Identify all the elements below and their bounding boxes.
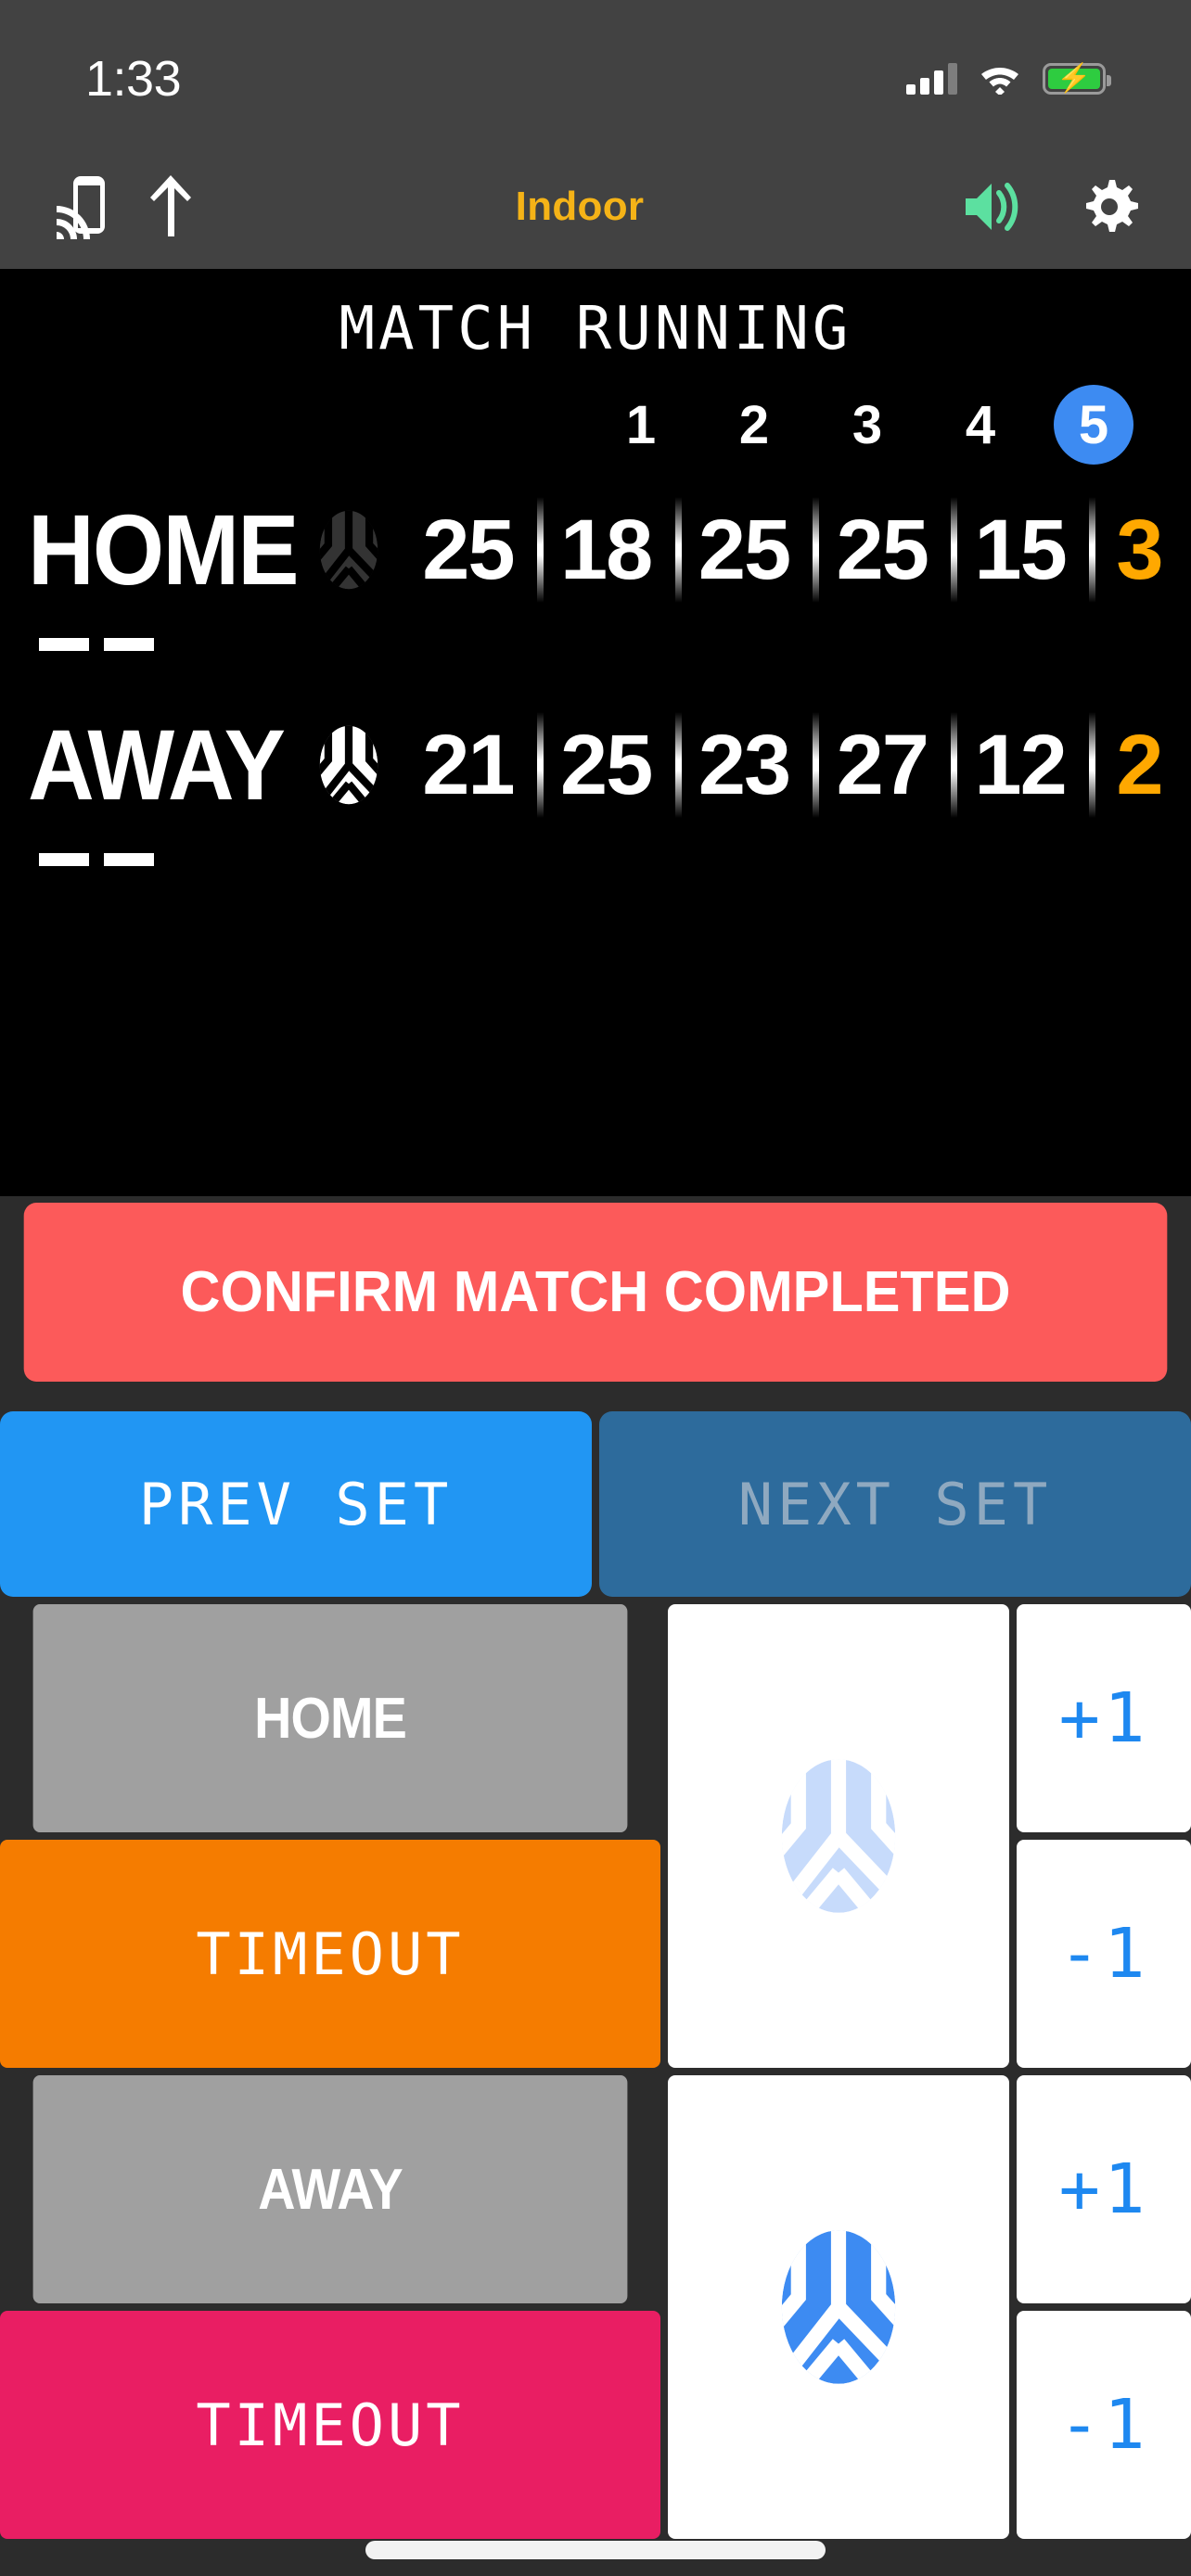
away-control-left: AWAY TIMEOUT: [0, 2075, 660, 2539]
home-decrement-button[interactable]: -1: [1017, 1840, 1191, 2068]
away-increment-button[interactable]: +1: [1017, 2075, 1191, 2303]
home-volleyball-icon: [319, 510, 378, 590]
away-set-scores: 21 25 23 27 12 2: [399, 695, 1191, 835]
speaker-volume-icon[interactable]: [944, 162, 1033, 251]
home-set-4-score: 25: [813, 480, 951, 619]
share-up-arrow-icon[interactable]: [126, 162, 215, 251]
set-tab-5[interactable]: 5: [1054, 385, 1133, 465]
away-set-3-score: 23: [674, 695, 813, 835]
nav-bar: Indoor: [0, 144, 1191, 269]
home-sets-won: 3: [1088, 480, 1191, 619]
away-ball-button[interactable]: [668, 2075, 1009, 2539]
score-controls: HOME TIMEOUT +1 -1 AWAY TIMEOUT +1 -1: [0, 1597, 1191, 2539]
home-control-left: HOME TIMEOUT: [0, 1604, 660, 2068]
away-timeout-mark-1: [39, 853, 89, 866]
away-team-button[interactable]: AWAY: [32, 2075, 628, 2303]
home-plus-minus: +1 -1: [1017, 1604, 1191, 2068]
away-volleyball-icon: [319, 725, 378, 805]
home-indicator: [365, 2541, 826, 2559]
away-plus-minus: +1 -1: [1017, 2075, 1191, 2539]
away-timeout-mark-2: [104, 853, 154, 866]
away-set-4-score: 27: [813, 695, 951, 835]
away-sets-won: 2: [1088, 695, 1191, 835]
home-set-5-score: 15: [951, 480, 1089, 619]
confirm-match-completed-button[interactable]: CONFIRM MATCH COMPLETED: [23, 1203, 1168, 1382]
match-status-text: MATCH RUNNING: [339, 295, 852, 363]
battery-charging-icon: ⚡: [1043, 62, 1111, 95]
home-set-scores: 25 18 25 25 15 3: [399, 480, 1191, 619]
home-ball-button[interactable]: [668, 1604, 1009, 2068]
set-tab-1[interactable]: 1: [601, 385, 681, 465]
away-timeout-markers: [0, 835, 1191, 885]
app-root: 1:33 ⚡ Indoor MATCH RUNNING 1 2 3 4 5 HO…: [0, 0, 1191, 2576]
home-set-3-score: 25: [674, 480, 813, 619]
away-timeout-button[interactable]: TIMEOUT: [0, 2311, 660, 2539]
away-set-2-score: 25: [536, 695, 675, 835]
page-title: Indoor: [515, 183, 645, 229]
home-team-name: HOME: [28, 493, 300, 606]
home-set-1-score: 25: [422, 502, 515, 597]
home-score-row: HOME 25 18 25 25 15 3: [0, 480, 1191, 619]
wifi-icon: [981, 67, 1018, 95]
home-team-button[interactable]: HOME: [32, 1604, 628, 1832]
cellular-signal-icon: [906, 62, 957, 95]
home-timeout-markers: [0, 619, 1191, 670]
home-increment-button[interactable]: +1: [1017, 1604, 1191, 1832]
away-set-1-score: 21: [422, 717, 515, 812]
home-timeout-mark-2: [104, 638, 154, 651]
status-bar-clock: 1:33: [85, 50, 182, 107]
home-control-block: HOME TIMEOUT +1 -1: [0, 1604, 1191, 2068]
away-control-volleyball-icon: [781, 2230, 896, 2384]
set-navigation-row: PREV SET NEXT SET: [0, 1411, 1191, 1597]
away-decrement-button[interactable]: -1: [1017, 2311, 1191, 2539]
status-bar-indicators: ⚡: [906, 62, 1111, 95]
set-tab-4[interactable]: 4: [941, 385, 1020, 465]
away-score-row: AWAY 21 25 23 27 12 2: [0, 695, 1191, 835]
status-bar: 1:33 ⚡: [0, 0, 1191, 144]
set-tab-2[interactable]: 2: [714, 385, 794, 465]
gear-icon[interactable]: [1065, 162, 1154, 251]
next-set-button[interactable]: NEXT SET: [599, 1411, 1191, 1597]
away-control-block: AWAY TIMEOUT +1 -1: [0, 2075, 1191, 2539]
scoreboard-display: MATCH RUNNING 1 2 3 4 5 HOME 25 18 25 25…: [0, 269, 1191, 1196]
home-timeout-button[interactable]: TIMEOUT: [0, 1840, 660, 2068]
cast-icon[interactable]: [37, 162, 126, 251]
home-control-volleyball-icon: [781, 1759, 896, 1913]
set-tab-3[interactable]: 3: [827, 385, 907, 465]
away-team-name: AWAY: [28, 708, 286, 821]
nav-bar-actions: [944, 162, 1154, 251]
set-selector-row: 1 2 3 4 5: [0, 369, 1191, 480]
home-timeout-mark-1: [39, 638, 89, 651]
prev-set-button[interactable]: PREV SET: [0, 1411, 592, 1597]
away-set-5-score: 12: [951, 695, 1089, 835]
home-set-2-score: 18: [536, 480, 675, 619]
